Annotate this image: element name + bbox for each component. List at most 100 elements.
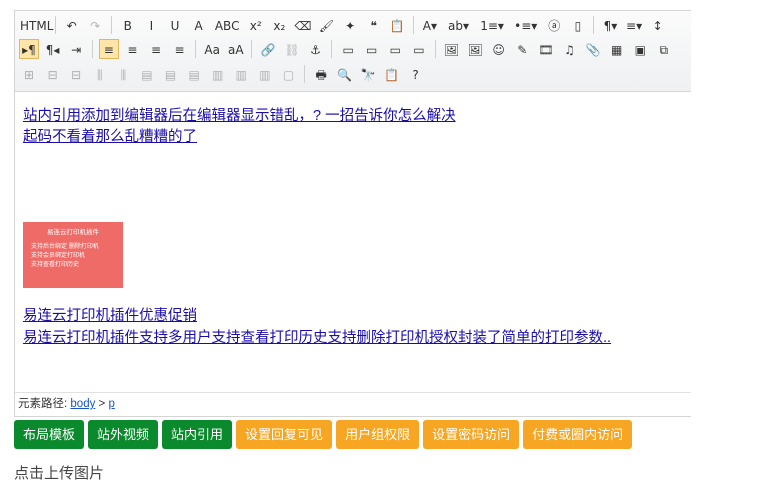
image-right-icon[interactable]: ▭	[385, 39, 405, 59]
subscript-button[interactable]: x₂	[269, 15, 289, 35]
external-video-button[interactable]: 站外视频	[88, 420, 159, 449]
toolbar-separator	[54, 16, 56, 34]
drafts-icon[interactable]: 📋	[382, 64, 402, 84]
bold-button[interactable]: B	[118, 15, 138, 35]
select-all-icon[interactable]: ⓐ	[544, 15, 564, 35]
print-icon[interactable]: 🖶	[311, 64, 331, 84]
font-family-button[interactable]: ≡▾	[624, 15, 644, 35]
eraser-icon[interactable]: ⌫	[293, 15, 313, 35]
font-color-button[interactable]: A▾	[420, 15, 440, 35]
content-link-description[interactable]: 易连云打印机插件支持多用户支持查看打印历史支持删除打印机授权封装了简单的打印参数…	[23, 326, 611, 347]
element-path-body[interactable]: body	[70, 398, 95, 410]
anchor-icon[interactable]: ⚓	[306, 39, 326, 59]
content-link-promo[interactable]: 易连云打印机插件优惠促销	[23, 304, 197, 325]
toolbar-separator	[412, 16, 414, 34]
toolbar-row-2: ▸¶ ¶◂ ⇥ ≡ ≡ ≡ ≡ Aa aA 🔗 ⛓ ⚓ ▭ ▭ ▭ ▭ 🖼 🖼 ☺ ✎ 🎞 ♫ 📎 ▦ ▣ ⧉	[19, 39, 677, 61]
format-painter-icon[interactable]: 🖌	[317, 15, 337, 35]
toolbar-separator	[331, 40, 333, 58]
align-center-icon[interactable]: ≡	[122, 39, 142, 59]
merge-cells-icon[interactable]: ▤	[137, 64, 157, 84]
toolbar-separator	[110, 16, 112, 34]
indent-icon[interactable]: ⇥	[66, 39, 86, 59]
editor-toolbar: HTML ↶ ↷ B I U A ABC x² x₂ ⌫ 🖌 ✦ ❝ 📋 A▾ ab▾ 1≡▾ •≡▾ ⓐ ▯ ¶▾ ≡▾ ↕…	[15, 11, 691, 92]
undo-icon[interactable]: ↶	[62, 15, 82, 35]
gmap-icon[interactable]: ▣	[630, 39, 650, 59]
uppercase-icon[interactable]: Aa	[202, 39, 222, 59]
image-none-icon[interactable]: ▭	[338, 39, 358, 59]
toolbar-separator	[434, 40, 436, 58]
superscript-button[interactable]: x²	[246, 15, 266, 35]
promo-title: 易连云打印机插件	[47, 228, 99, 236]
insert-image-icon[interactable]: 🖼	[465, 39, 485, 59]
toolbar-row-1: HTML ↶ ↷ B I U A ABC x² x₂ ⌫ 🖌 ✦ ❝ 📋 A▾ ab▾ 1≡▾ •≡▾ ⓐ ▯ ¶▾ ≡▾ ↕	[19, 15, 671, 37]
password-access-button[interactable]: 设置密码访问	[423, 420, 520, 449]
image-left-icon[interactable]: ▭	[362, 39, 382, 59]
reply-visible-button[interactable]: 设置回复可见	[236, 420, 333, 449]
redo-icon[interactable]: ↷	[85, 15, 105, 35]
help-icon[interactable]: ?	[406, 64, 426, 84]
toolbar-separator	[91, 40, 93, 58]
split-cells-icon[interactable]: ▥	[208, 64, 228, 84]
music-icon[interactable]: ♫	[559, 39, 579, 59]
image-center-icon[interactable]: ▭	[409, 39, 429, 59]
editor-content[interactable]: 站内引用添加到编辑器后在编辑器显示错乱，? 一招告诉你怎么解决 起码不看着那么乱…	[15, 92, 691, 390]
blockquote-icon[interactable]: ❝	[364, 15, 384, 35]
merge-down-icon[interactable]: ▤	[184, 64, 204, 84]
toolbar-row-3: ⊞ ⊟ ⊟ ⫼ ⫼ ▤ ▤ ▤ ▥ ▥ ▥ ▢ 🖶 🔍 🔭 📋?	[19, 64, 429, 86]
rtl-direction-icon[interactable]: ¶◂	[43, 39, 63, 59]
table-icon[interactable]: ⊞	[19, 64, 39, 84]
element-path-separator: >	[98, 398, 106, 410]
unordered-list-button[interactable]: •≡▾	[511, 15, 541, 35]
map-icon[interactable]: ▦	[607, 39, 627, 59]
content-link-title[interactable]: 站内引用添加到编辑器后在编辑器显示错乱，? 一招告诉你怎么解决	[23, 104, 456, 125]
rich-text-editor: HTML ↶ ↷ B I U A ABC x² x₂ ⌫ 🖌 ✦ ❝ 📋 A▾ ab▾ 1≡▾ •≡▾ ⓐ ▯ ¶▾ ≡▾ ↕…	[14, 10, 691, 417]
paragraph-format-button[interactable]: ¶▾	[600, 15, 620, 35]
paste-plain-icon[interactable]: 📋	[387, 15, 407, 35]
element-path-label: 元素路径:	[18, 398, 68, 410]
link-icon[interactable]: 🔗	[258, 39, 278, 59]
delete-row-icon[interactable]: ⊟	[66, 64, 86, 84]
table-props-icon[interactable]: ▢	[279, 64, 299, 84]
unlink-icon[interactable]: ⛓	[282, 39, 302, 59]
split-cols-icon[interactable]: ▥	[255, 64, 275, 84]
toolbar-separator	[251, 40, 253, 58]
underline-button[interactable]: U	[165, 15, 185, 35]
insert-col-icon[interactable]: ⫼	[90, 64, 110, 84]
highlight-color-button[interactable]: ab▾	[444, 15, 474, 35]
lowercase-icon[interactable]: aA	[226, 39, 246, 59]
ltr-direction-icon[interactable]: ▸¶	[19, 39, 39, 59]
emotion-icon[interactable]: ☺	[489, 39, 509, 59]
site-reference-button[interactable]: 站内引用	[162, 420, 233, 449]
content-link-subtitle[interactable]: 起码不看着那么乱糟糟的了	[23, 125, 197, 146]
align-justify-icon[interactable]: ≡	[170, 39, 190, 59]
split-rows-icon[interactable]: ▥	[231, 64, 251, 84]
italic-button[interactable]: I	[141, 15, 161, 35]
search-replace-icon[interactable]: 🔭	[358, 64, 378, 84]
preview-icon[interactable]: 🔍	[335, 64, 355, 84]
source-html-button[interactable]: HTML	[19, 15, 53, 35]
delete-col-icon[interactable]: ⫼	[113, 64, 133, 84]
font-border-button[interactable]: A	[189, 15, 209, 35]
merge-right-icon[interactable]: ▤	[161, 64, 181, 84]
ordered-list-button[interactable]: 1≡▾	[477, 15, 507, 35]
promo-image: 易连云打印机插件 支持后台绑定 删除打印机 支持会员绑定打印机 支持查看打印历史	[23, 222, 123, 288]
auto-type-icon[interactable]: ✦	[340, 15, 360, 35]
iframe-icon[interactable]: ⧉	[654, 39, 674, 59]
simple-upload-icon[interactable]: 🖼	[442, 39, 462, 59]
element-path-p[interactable]: p	[108, 398, 114, 410]
strikethrough-button[interactable]: ABC	[212, 15, 242, 35]
usergroup-permission-button[interactable]: 用户组权限	[336, 420, 420, 449]
align-right-icon[interactable]: ≡	[146, 39, 166, 59]
toolbar-separator	[304, 65, 306, 83]
clear-doc-icon[interactable]: ▯	[568, 15, 588, 35]
font-size-button[interactable]: ↕	[648, 15, 668, 35]
layout-template-button[interactable]: 布局模板	[14, 420, 85, 449]
paid-access-button[interactable]: 付费或圈内访问	[523, 420, 633, 449]
upload-image-link[interactable]: 点击上传图片	[14, 462, 104, 483]
attachment-icon[interactable]: 📎	[583, 39, 603, 59]
insert-row-icon[interactable]: ⊟	[43, 64, 63, 84]
align-left-icon[interactable]: ≡	[98, 39, 119, 59]
promo-line-1: 支持后台绑定 删除打印机	[31, 243, 99, 250]
scrawl-icon[interactable]: ✎	[512, 39, 532, 59]
insert-video-icon[interactable]: 🎞	[536, 39, 556, 59]
